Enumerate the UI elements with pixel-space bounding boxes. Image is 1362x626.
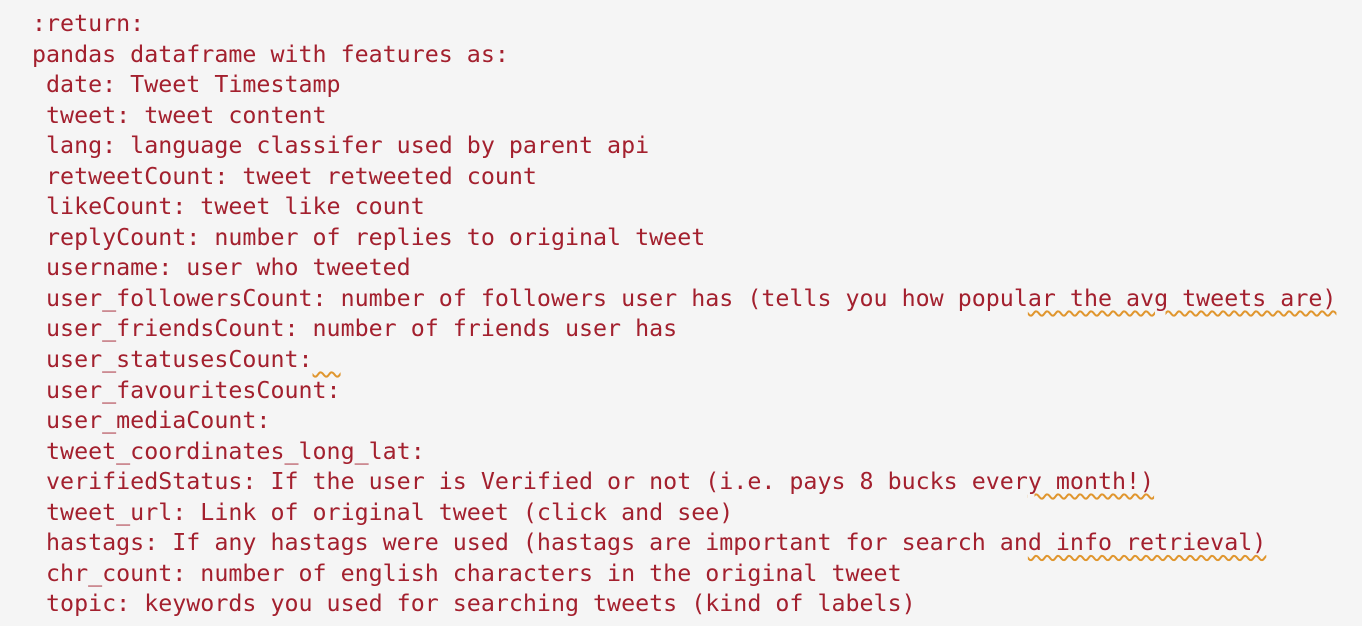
code-line: user_statusesCount: — [32, 345, 1336, 376]
code-line: user_followersCount: number of followers… — [32, 284, 1336, 315]
line-text: username: user who tweeted — [32, 254, 411, 282]
spell-warning: ar the avg tweets are) — [1027, 284, 1337, 312]
code-line: verifiedStatus: If the user is Verified … — [32, 467, 1336, 498]
code-line: tweet_coordinates_long_lat: — [32, 437, 1336, 468]
line-text: user_mediaCount: — [32, 407, 271, 435]
spell-warning: y month!) — [1027, 468, 1155, 496]
code-line: :return: — [32, 9, 1336, 40]
code-line: chr_count: number of english characters … — [32, 559, 1336, 590]
line-text: retweetCount: tweet retweeted count — [32, 162, 537, 190]
line-text: tweet_coordinates_long_lat: — [32, 437, 425, 465]
line-text: topic: keywords you used for searching t… — [32, 590, 916, 618]
code-editor[interactable]: :return: pandas dataframe with features a… — [0, 0, 1362, 626]
code-line: hastags: If any hastags were used (hasta… — [32, 528, 1336, 559]
code-line: tweet: tweet content — [32, 101, 1336, 132]
spell-warning — [313, 346, 341, 373]
line-text: :return: — [32, 10, 145, 37]
code-line: tweet_url: Link of original tweet (click… — [32, 498, 1336, 529]
docstring-block[interactable]: :return: pandas dataframe with features a… — [32, 9, 1336, 620]
line-text: lang: language classifer used by parent … — [32, 132, 650, 160]
line-text: user_followersCount: number of followers… — [32, 284, 1028, 312]
code-line: replyCount: number of replies to origina… — [32, 223, 1336, 254]
line-text: tweet: tweet content — [32, 101, 327, 129]
code-line: topic: keywords you used for searching t… — [32, 589, 1336, 620]
spell-warning: d info retrieval) — [1027, 529, 1267, 557]
code-line: date: Tweet Timestamp — [32, 70, 1336, 101]
code-line: user_favouritesCount: — [32, 376, 1336, 407]
line-text: user_friendsCount: number of friends use… — [32, 315, 678, 343]
line-text: user_favouritesCount: — [32, 376, 341, 404]
code-line: lang: language classifer used by parent … — [32, 131, 1336, 162]
line-text: verifiedStatus: If the user is Verified … — [32, 468, 1028, 496]
line-text: tweet_url: Link of original tweet (click… — [32, 498, 734, 526]
line-text: hastags: If any hastags were used (hasta… — [32, 529, 1028, 557]
code-line: retweetCount: tweet retweeted count — [32, 162, 1336, 193]
code-line: pandas dataframe with features as: — [32, 40, 1336, 71]
code-line: user_friendsCount: number of friends use… — [32, 314, 1336, 345]
code-line: likeCount: tweet like count — [32, 192, 1336, 223]
line-text: date: Tweet Timestamp — [32, 71, 341, 99]
line-text: pandas dataframe with features as: — [32, 40, 509, 68]
line-text: replyCount: number of replies to origina… — [32, 223, 706, 251]
code-line: username: user who tweeted — [32, 253, 1336, 284]
line-text: user_statusesCount: — [32, 346, 313, 374]
line-text: chr_count: number of english characters … — [32, 559, 902, 587]
code-line: user_mediaCount: — [32, 406, 1336, 437]
line-text: likeCount: tweet like count — [32, 193, 425, 221]
